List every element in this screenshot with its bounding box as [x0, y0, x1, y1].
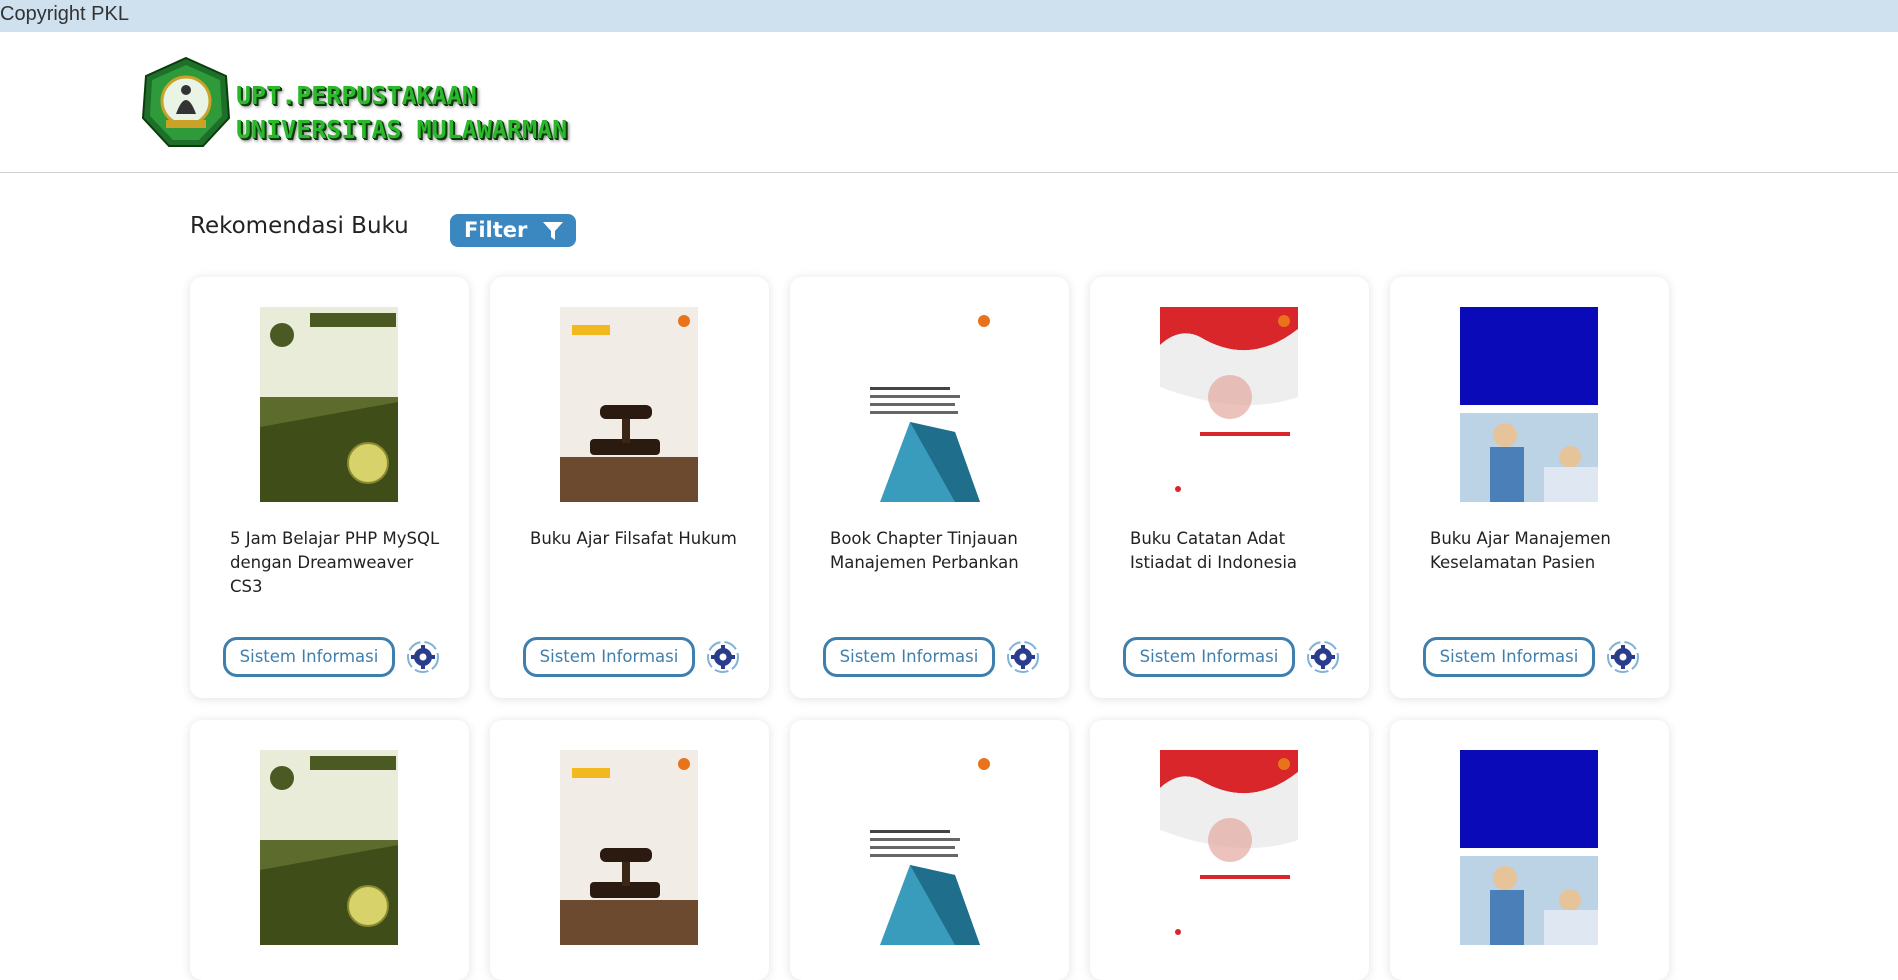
book-card[interactable]: “Manajemen Keselamatan Pasien“ (Teori & … — [1390, 277, 1669, 698]
filter-label: Filter — [464, 218, 528, 242]
settings-gear-icon[interactable] — [1006, 640, 1040, 674]
category-button[interactable]: Sistem Informasi — [823, 637, 995, 677]
book-card[interactable] — [490, 720, 769, 980]
filter-button[interactable]: Filter — [450, 214, 576, 247]
book-cover-image[interactable]: Buku Ajar Filsafat Hukum Dr. Letkurt, S.… — [560, 307, 698, 502]
copyright-text: Copyright PKL — [0, 3, 129, 25]
book-card[interactable]: Catatan Adat Istiadat di Indonesia Buku … — [1090, 277, 1369, 698]
top-bar: Copyright PKL — [0, 0, 1898, 32]
library-logo-text: UPT.PERPUSTAKAAN UNIVERSITAS MULAWARMAN — [236, 79, 567, 147]
book-cover-image[interactable] — [260, 750, 398, 945]
settings-gear-icon[interactable] — [1306, 640, 1340, 674]
logo-line1: UPT.PERPUSTAKAAN — [236, 81, 477, 110]
category-button[interactable]: Sistem Informasi — [523, 637, 695, 677]
settings-gear-icon[interactable] — [1606, 640, 1640, 674]
book-cover-image[interactable]: Catatan Adat Istiadat di Indonesia — [1160, 307, 1298, 502]
book-card[interactable]: Book Chapter TINJAUAN MANAJEMEN PERBANKA… — [790, 277, 1069, 698]
book-cover-image[interactable]: Muhammad Iqbal, A.Md. 5 Jam Belajar PHP … — [260, 307, 398, 502]
book-cover-image[interactable] — [560, 750, 698, 945]
book-cover-image[interactable]: “Manajemen Keselamatan Pasien“ (Teori & … — [1460, 307, 1598, 502]
book-card[interactable] — [190, 720, 469, 980]
category-button[interactable]: Sistem Informasi — [1123, 637, 1295, 677]
university-emblem-icon[interactable] — [141, 56, 231, 150]
book-cover-image[interactable]: Book Chapter TINJAUAN MANAJEMEN PERBANKA… — [860, 307, 998, 502]
funnel-icon — [543, 222, 563, 240]
category-button[interactable]: Sistem Informasi — [223, 637, 395, 677]
book-title[interactable]: Buku Ajar Filsafat Hukum — [530, 527, 745, 551]
logo-line2: UNIVERSITAS MULAWARMAN — [236, 115, 568, 144]
settings-gear-icon[interactable] — [406, 640, 440, 674]
book-title[interactable]: Buku Catatan Adat Istiadat di Indonesia — [1130, 527, 1345, 575]
book-title[interactable]: Buku Ajar Manajemen Keselamatan Pasien — [1430, 527, 1645, 575]
book-cover-image[interactable] — [1160, 750, 1298, 945]
book-cover-image[interactable] — [1460, 750, 1598, 945]
book-title[interactable]: 5 Jam Belajar PHP MySQL dengan Dreamweav… — [230, 527, 445, 599]
book-card[interactable]: Buku Ajar Filsafat Hukum Dr. Letkurt, S.… — [490, 277, 769, 698]
book-card[interactable] — [1090, 720, 1369, 980]
book-title[interactable]: Book Chapter Tinjauan Manajemen Perbanka… — [830, 527, 1045, 575]
book-cover-image[interactable] — [860, 750, 998, 945]
book-card[interactable] — [790, 720, 1069, 980]
book-card[interactable]: Muhammad Iqbal, A.Md. 5 Jam Belajar PHP … — [190, 277, 469, 698]
section-title: Rekomendasi Buku — [190, 213, 409, 239]
site-header: UPT.PERPUSTAKAAN UNIVERSITAS MULAWARMAN — [0, 32, 1898, 173]
category-button[interactable]: Sistem Informasi — [1423, 637, 1595, 677]
book-card[interactable] — [1390, 720, 1669, 980]
settings-gear-icon[interactable] — [706, 640, 740, 674]
